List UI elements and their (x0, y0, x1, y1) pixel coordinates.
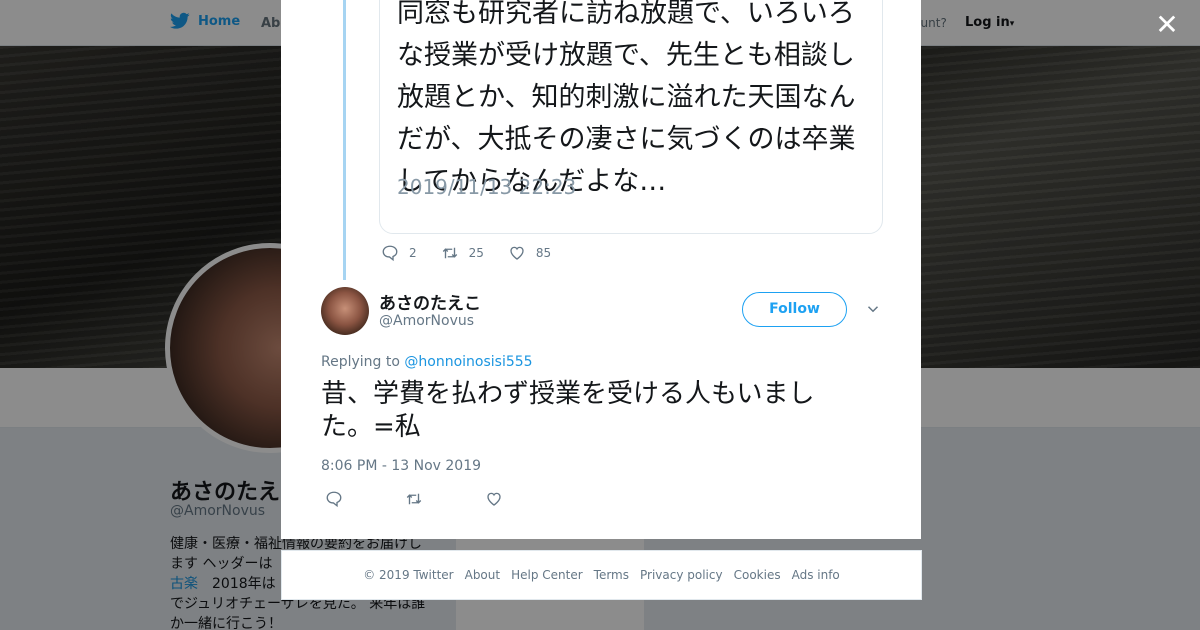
footer-link-ads-info[interactable]: Ads info (792, 568, 840, 582)
retweet-count: 25 (468, 246, 484, 260)
reply-tweet-text: 昔、学費を払わず授業を受ける人もいまし た。=私 (321, 378, 881, 444)
reply-tweet-actions (325, 490, 565, 508)
footer-copyright: © 2019 Twitter (363, 568, 454, 582)
close-icon[interactable]: ✕ (1152, 10, 1182, 40)
footer-link-cookies[interactable]: Cookies (734, 568, 781, 582)
retweet-icon (442, 247, 457, 259)
reply-timestamp[interactable]: 8:06 PM - 13 Nov 2019 (321, 458, 481, 474)
quoted-tweet-card[interactable]: 同窓も研究者に訪ね放題で、いろいろな授業が受け放題で、先生とも相談し放題とか、知… (379, 0, 883, 234)
reply-text-line: 昔、学費を払わず授業を受ける人もいまし (321, 379, 815, 409)
modal-footer: © 2019 Twitter About Help Center Terms P… (281, 550, 922, 600)
like-count: 85 (535, 246, 552, 260)
retweet-icon (406, 493, 422, 505)
quoted-tweet-date: 2019/11/13 22:23 (397, 175, 577, 199)
footer-link-about[interactable]: About (465, 568, 500, 582)
chevron-down-icon[interactable] (864, 300, 882, 318)
heart-icon (510, 246, 524, 260)
reply-button[interactable] (325, 490, 343, 508)
replying-to-prefix: Replying to (321, 354, 400, 370)
replying-to: Replying to @honnoinosisi555 (321, 354, 533, 370)
footer-link-privacy[interactable]: Privacy policy (640, 568, 723, 582)
reply-text-line: た。=私 (321, 412, 421, 442)
follow-button[interactable]: Follow (742, 292, 847, 327)
reply-button[interactable]: 2 (381, 244, 417, 262)
heart-icon (487, 492, 501, 506)
retweet-button[interactable] (405, 490, 423, 508)
footer-link-terms[interactable]: Terms (594, 568, 629, 582)
reply-author-name[interactable]: あさのたえこ (379, 289, 481, 314)
replying-to-link[interactable]: @honnoinosisi555 (404, 354, 532, 370)
like-button[interactable] (485, 490, 503, 508)
reply-icon (382, 245, 398, 262)
reply-author-avatar[interactable] (321, 287, 369, 335)
tweet-modal: 同窓も研究者に訪ね放題で、いろいろな授業が受け放題で、先生とも相談し放題とか、知… (281, 0, 921, 539)
like-button[interactable]: 85 (508, 244, 551, 262)
thread-connector-line (343, 0, 346, 280)
retweet-button[interactable]: 25 (441, 244, 484, 262)
footer-link-help-center[interactable]: Help Center (511, 568, 583, 582)
reply-count: 2 (409, 246, 417, 260)
reply-author-handle[interactable]: @AmorNovus (379, 313, 474, 329)
tweet-actions: 2 25 85 (381, 244, 575, 262)
reply-icon (326, 491, 342, 508)
quoted-tweet-text: 同窓も研究者に訪ね放題で、いろいろな授業が受け放題で、先生とも相談し放題とか、知… (397, 0, 856, 197)
